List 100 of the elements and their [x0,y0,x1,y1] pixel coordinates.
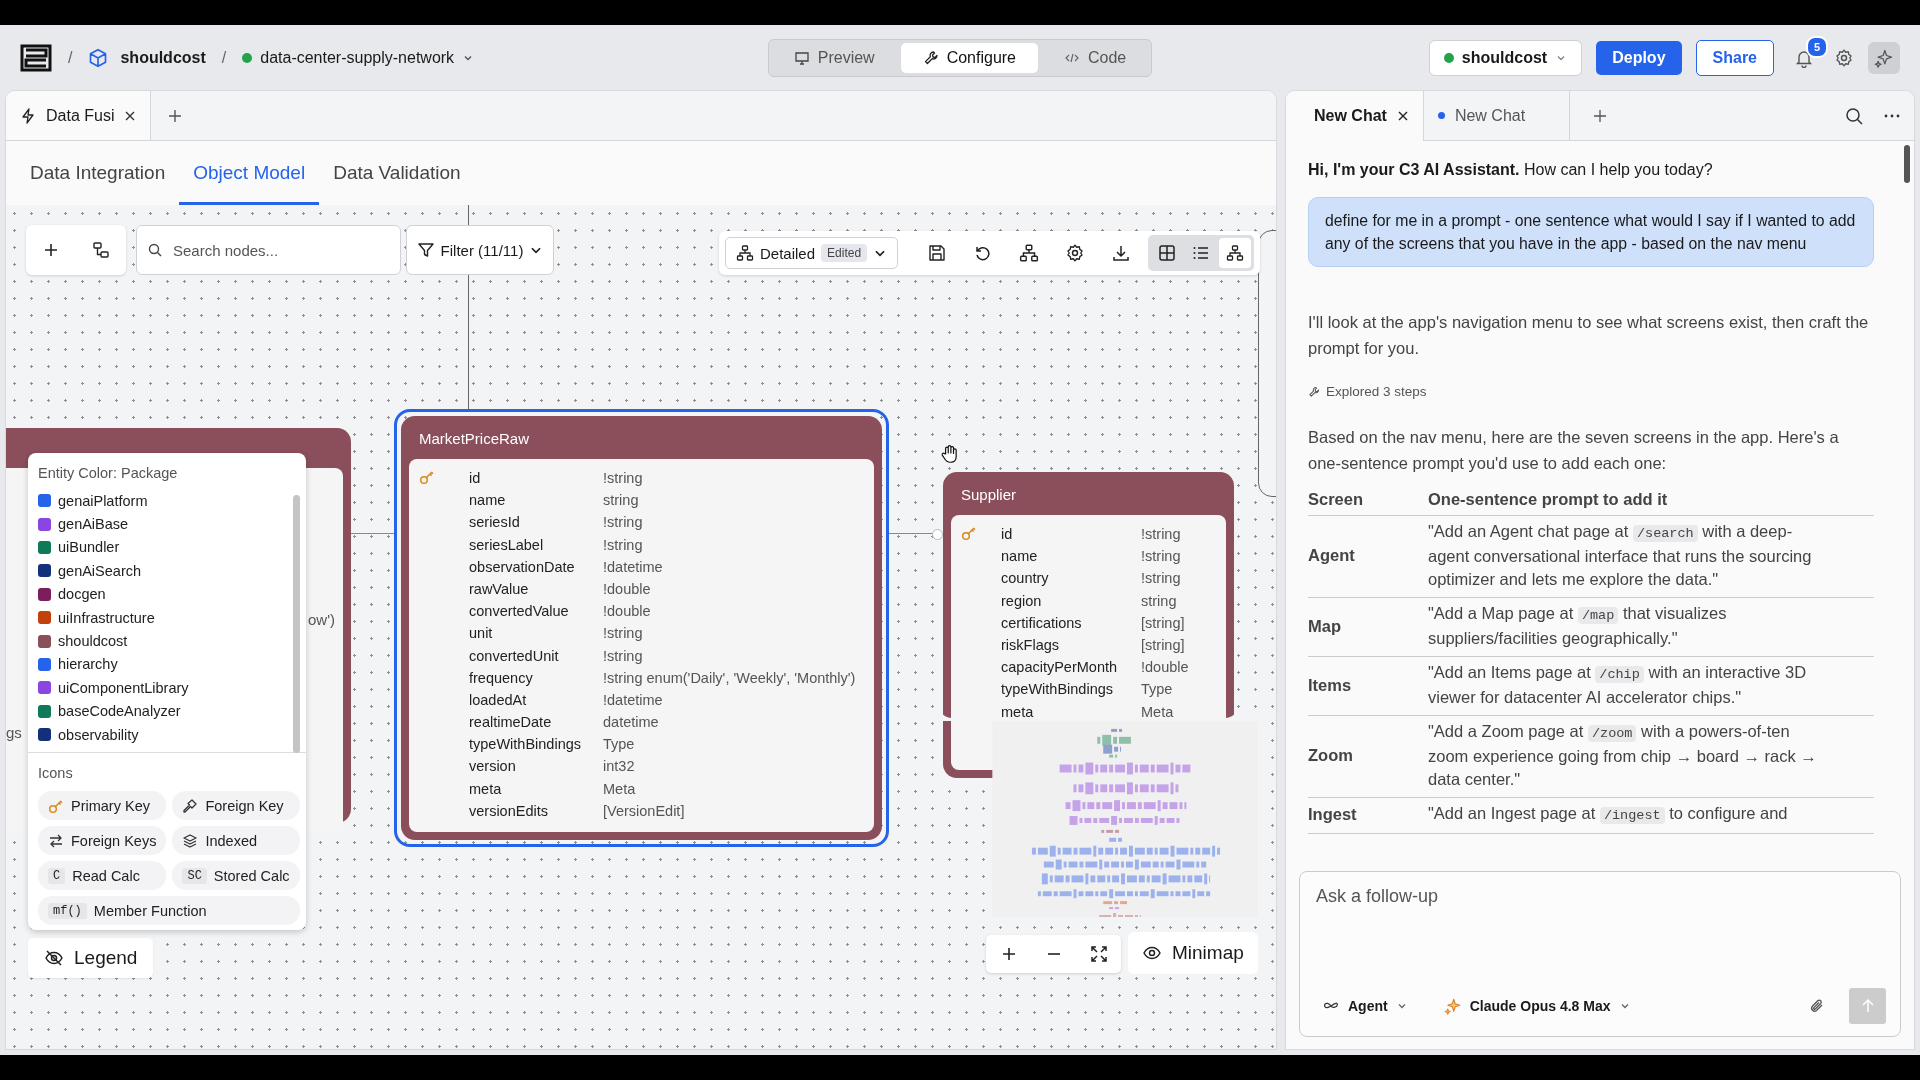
legend-label: Foreign Key [205,797,284,814]
field-name: typeWithBindings [469,736,582,753]
mode-tab[interactable]: Preview [771,42,897,73]
field-type: !string [603,536,644,553]
mode-dropdown[interactable]: Agent [1314,997,1408,1015]
model-dropdown[interactable]: Claude Opus 4.8 Max [1435,997,1631,1015]
assistant-message: I'll look at the app's navigation menu to see what screens exist, then craft the prompt for you. [1308,312,1870,359]
mode-tab[interactable]: Code [1042,42,1149,73]
fit-view-icon[interactable] [1089,945,1108,963]
key-icon [48,797,64,814]
settings-icon[interactable] [1834,47,1854,68]
status-dot [1443,52,1454,63]
minimap-button[interactable]: Minimap [1128,932,1258,974]
tab-label: New Chat [1454,106,1526,125]
package-name: hierarchy [58,656,118,673]
field-name: convertedValue [469,603,569,620]
logo-icon[interactable] [20,43,52,72]
search-input[interactable]: Search nodes... [171,240,390,260]
table-cell-text: "Add an Ingest page at /ingest to configure and [1428,803,1789,826]
project-link[interactable]: shouldcost [120,48,206,67]
filter-button[interactable]: Filter (11/11) [406,225,554,275]
message-field[interactable]: Ask a follow-up Agent Claude Opus 4.8 Max [1299,871,1901,1037]
field-type: Type [603,736,636,753]
section-tab[interactable]: Data Validation [319,162,475,205]
legend-label: Stored Calc [213,867,290,884]
scrollbar[interactable] [1904,145,1910,183]
field-name: convertedUnit [469,647,559,664]
search-field[interactable]: Search nodes... [136,225,401,275]
table-cell-text: "Add a Zoom page at /zoom with a powers-of-ten zoom experience going from chip → board → rack → data center." [1428,721,1818,790]
package-name: shouldcost [58,633,128,650]
tab-label: Data Fusi [46,106,115,125]
field-type: Type [1141,681,1174,698]
table-cell-text: Items [1308,675,1353,695]
table-cell-text: Map [1308,616,1342,636]
field-type: !string [1141,570,1182,587]
legend-label: Indexed [205,832,258,849]
scrollbar[interactable] [293,495,300,753]
section-tab[interactable]: Data Integration [16,162,180,205]
assistant-message: Based on the nav menu, here are the seven screens in the app. Here's a one-sentence prompt you'd use to add each one: [1308,427,1840,474]
cube-icon [88,47,109,68]
breadcrumb-separator: / [68,48,73,67]
column-header: Screen [1308,490,1365,509]
download-icon[interactable] [1111,243,1132,263]
mode-tab[interactable]: Configure [900,42,1038,73]
field-type: !string [1141,548,1182,565]
package-name: genaiPlatform [58,492,148,509]
code-badge: SC [182,867,207,884]
assistant-greeting: Hi, I'm your C3 AI Assistant. How can I help you today? [1308,161,1714,179]
chat-tab[interactable]: New Chat [1286,91,1424,141]
search-icon[interactable] [1844,105,1864,126]
layout-icon[interactable] [91,240,111,260]
code-badge: C [48,867,66,884]
legend-button[interactable]: Legend [28,938,154,978]
assistant-button[interactable] [1868,41,1900,74]
sparkle-icon [1874,47,1894,68]
field-type: !datetime [603,691,664,708]
field-name: meta [469,780,502,797]
add-tab-icon[interactable] [1592,107,1609,124]
environment-selector[interactable]: shouldcost [1428,39,1583,76]
swap-arrows-icon [48,832,64,849]
field-name: gs [6,724,22,741]
entity-title: Supplier [960,485,1018,505]
view-selector[interactable]: Detailed Edited [725,237,899,269]
eye-off-icon [44,948,64,968]
app-selector[interactable]: data-center-supply-network [242,48,475,67]
tab-label: New Chat [1314,107,1387,125]
settings-icon[interactable] [1065,243,1086,263]
entity-card[interactable] [394,409,889,847]
close-icon[interactable] [124,109,137,122]
field-type: [string] [1141,614,1186,631]
deploy-button[interactable]: Deploy [1596,40,1682,75]
column-header: One-sentence prompt to add it [1428,490,1669,509]
field-type: !string [1141,526,1182,542]
field-type: !string [603,514,644,531]
editor-tab[interactable]: Data Fusi [6,91,152,140]
field-type: !double [1141,659,1190,676]
save-icon[interactable] [927,243,948,263]
close-icon[interactable] [1396,110,1409,122]
add-tab-icon[interactable] [167,107,184,124]
package-name: genAiBase [58,516,129,533]
legend-title: Entity Color: Package [37,464,179,483]
message-input[interactable]: Ask a follow-up [1314,884,1886,988]
package-name: docgen [58,586,106,603]
chat-tab[interactable]: New Chat [1423,91,1571,140]
grid-icon [1158,244,1177,262]
tree-view-button[interactable] [1219,238,1252,268]
share-button[interactable]: Share [1695,39,1774,76]
hierarchy-icon [1226,244,1245,262]
table-cell-text: "Add a Map page at /map that visualizes suppliers/facilities geographically." [1428,603,1728,649]
package-name: uiInfrastructure [58,609,155,626]
legend-label: Read Calc [72,867,140,884]
package-name: uiComponentLibrary [58,679,189,696]
hierarchy-icon[interactable] [1019,243,1040,263]
field-name: riskFlags [1001,636,1059,653]
steps-summary[interactable]: Explored 3 steps [1326,384,1427,399]
package-name: baseCodeAnalyzer [58,703,181,720]
field-type: !datetime [603,558,664,575]
field-type: !string [603,470,644,486]
list-icon [1192,244,1211,262]
field-name: name [1001,548,1038,565]
